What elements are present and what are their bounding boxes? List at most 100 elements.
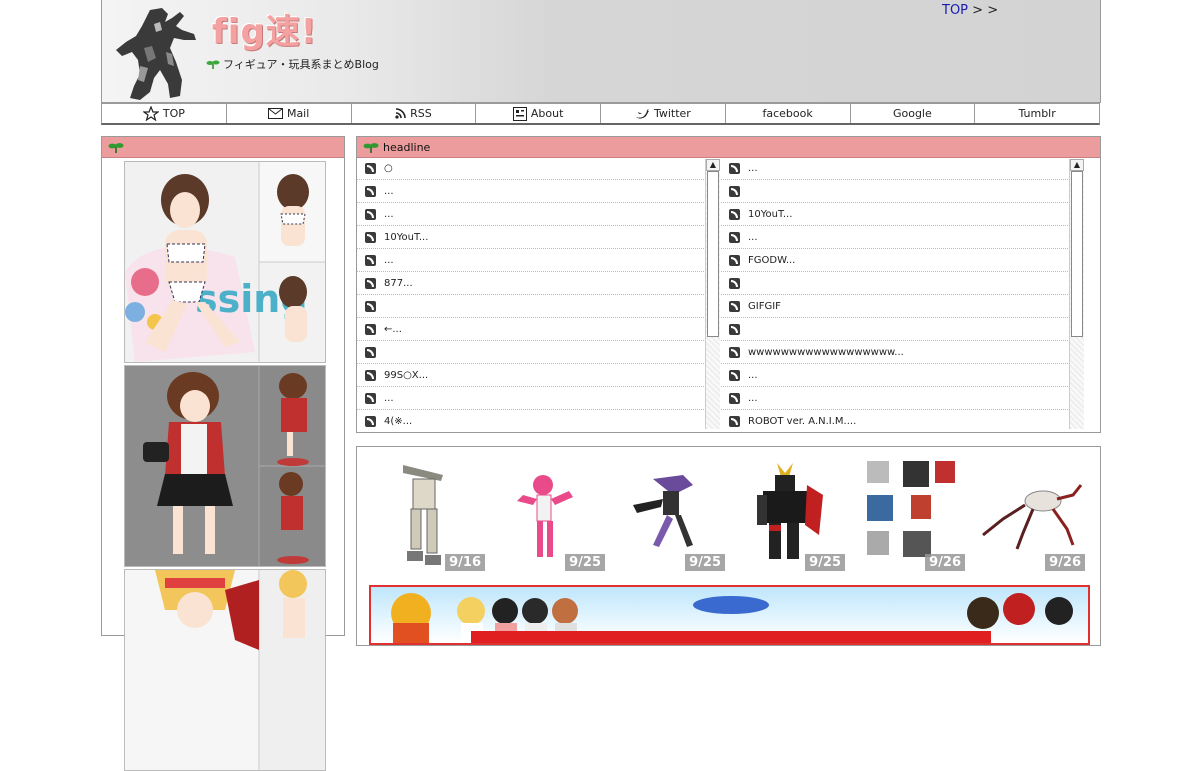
headline-item[interactable]: ○ bbox=[357, 158, 714, 180]
breadcrumb-top-link[interactable]: TOP bbox=[942, 3, 968, 18]
headline-item[interactable]: 10YouT... bbox=[721, 204, 1078, 226]
anime-shop-banner[interactable] bbox=[369, 585, 1090, 645]
headline-item[interactable]: FGODW... bbox=[721, 250, 1078, 272]
headline-item[interactable]: ... bbox=[357, 388, 714, 410]
headline-title: ○ bbox=[384, 163, 393, 174]
scrollbar-left[interactable]: ▲ bbox=[705, 159, 720, 429]
headline-item[interactable]: ... bbox=[357, 181, 714, 203]
breadcrumb-separator: > bbox=[972, 3, 984, 18]
scrollbar-right[interactable]: ▲ bbox=[1069, 159, 1084, 429]
rss-feed-icon bbox=[365, 232, 376, 243]
headline-item[interactable]: ... bbox=[721, 227, 1078, 249]
product-item[interactable]: 9/25 bbox=[613, 455, 725, 571]
headline-title: ... bbox=[748, 232, 758, 243]
rss-feed-icon bbox=[729, 393, 740, 404]
headline-title: ... bbox=[384, 393, 394, 404]
rss-feed-icon bbox=[729, 416, 740, 427]
rss-feed-icon bbox=[365, 163, 376, 174]
headline-item[interactable] bbox=[357, 342, 714, 364]
nav-label: Tumblr bbox=[1018, 107, 1056, 120]
headline-item[interactable]: ROBOT ver. A.N.I.M.... bbox=[721, 411, 1078, 431]
headline-item[interactable]: ... bbox=[721, 158, 1078, 180]
headline-item[interactable]: 10YouT... bbox=[357, 227, 714, 249]
nav-item-mail[interactable]: Mail bbox=[227, 104, 352, 123]
release-date: 9/16 bbox=[445, 554, 485, 571]
headline-item[interactable]: ... bbox=[721, 365, 1078, 387]
rss-feed-icon bbox=[365, 186, 376, 197]
headline-list-left: ○...... 10YouT...... 877... ←... 99S○X......… bbox=[357, 158, 714, 431]
sprout-icon bbox=[206, 60, 220, 69]
headline-title: GIFGIF bbox=[748, 301, 781, 312]
rss-feed-icon bbox=[365, 301, 376, 312]
panel-title: headline bbox=[383, 140, 431, 154]
headline-list-right: ... 10YouT...... FGODW... GIFGIF wwwwwwwwwww… bbox=[721, 158, 1078, 431]
site-title[interactable]: fig速! bbox=[212, 4, 317, 53]
scroll-thumb[interactable] bbox=[707, 171, 719, 337]
site-header: fig速! フィギュア・玩具系まとめBlog TOP > > bbox=[101, 0, 1101, 103]
rss-feed-icon bbox=[729, 278, 740, 289]
rss-feed-icon bbox=[365, 347, 376, 358]
nav-label: RSS bbox=[410, 107, 432, 120]
figure-image-link[interactable] bbox=[124, 569, 326, 771]
headline-item[interactable]: 877... bbox=[357, 273, 714, 295]
headline-title: ... bbox=[748, 370, 758, 381]
headline-title: ... bbox=[384, 255, 394, 266]
product-item[interactable]: 9/26 bbox=[973, 455, 1085, 571]
nav-item-tumblr[interactable]: Tumblr bbox=[975, 104, 1099, 123]
headline-item[interactable]: ... bbox=[721, 388, 1078, 410]
headline-item[interactable]: 4(※... bbox=[357, 411, 714, 431]
headline-panel: headline ○...... 10YouT...... 877... ←... 99… bbox=[356, 136, 1101, 433]
release-date: 9/25 bbox=[805, 554, 845, 571]
headline-item[interactable]: GIFGIF bbox=[721, 296, 1078, 318]
headline-item[interactable]: wwwwwwwwwwwwwwwwww... bbox=[721, 342, 1078, 364]
panel-header: headline bbox=[357, 137, 1100, 158]
site-tagline: フィギュア・玩具系まとめBlog bbox=[206, 56, 379, 72]
headline-title: ←... bbox=[384, 324, 402, 335]
nav-label: About bbox=[530, 107, 564, 120]
scroll-thumb[interactable] bbox=[1071, 171, 1083, 337]
nav-label: Google bbox=[892, 107, 932, 120]
scroll-up-arrow-icon[interactable]: ▲ bbox=[1070, 159, 1084, 171]
nav-item-rss[interactable]: RSS bbox=[352, 104, 477, 123]
headline-title: wwwwwwwwwwwwwwwwww... bbox=[748, 347, 904, 358]
swimsuit-figure-image: ssing bbox=[125, 162, 325, 362]
headline-item[interactable]: ... bbox=[357, 204, 714, 226]
product-item[interactable]: 9/25 bbox=[733, 455, 845, 571]
headline-item[interactable] bbox=[721, 181, 1078, 203]
rss-feed-icon bbox=[365, 370, 376, 381]
release-date: 9/26 bbox=[1045, 554, 1085, 571]
headline-title: 877... bbox=[384, 278, 413, 289]
headline-title: 10YouT... bbox=[748, 209, 793, 220]
headline-title: 99S○X... bbox=[384, 370, 429, 381]
nav-item-facebook[interactable]: facebook bbox=[726, 104, 851, 123]
headline-title: 4(※... bbox=[384, 416, 413, 427]
nav-label: Twitter bbox=[653, 107, 691, 120]
headline-item[interactable] bbox=[721, 273, 1078, 295]
robot-silhouette-logo[interactable] bbox=[110, 4, 200, 102]
rss-feed-icon bbox=[729, 232, 740, 243]
rss-feed-icon bbox=[365, 324, 376, 335]
rss-feed-icon bbox=[729, 186, 740, 197]
nav-item-about[interactable]: About bbox=[476, 104, 601, 123]
figure-image-link[interactable] bbox=[124, 365, 326, 567]
headline-item[interactable]: ... bbox=[357, 250, 714, 272]
figure-image-link[interactable]: ssing bbox=[124, 161, 326, 363]
rss-feed-icon bbox=[365, 416, 376, 427]
release-date: 9/25 bbox=[565, 554, 605, 571]
product-item[interactable]: 9/25 bbox=[493, 455, 605, 571]
headline-item[interactable]: ←... bbox=[357, 319, 714, 341]
headline-item[interactable] bbox=[357, 296, 714, 318]
nav-item-top[interactable]: TOP bbox=[102, 104, 227, 123]
nav-item-twitter[interactable]: Twitter bbox=[601, 104, 726, 123]
headline-item[interactable] bbox=[721, 319, 1078, 341]
product-item[interactable]: 9/16 bbox=[373, 455, 485, 571]
nav-item-google[interactable]: Google bbox=[851, 104, 976, 123]
anime-characters-banner-image bbox=[391, 593, 1073, 643]
rss-feed-icon bbox=[365, 393, 376, 404]
headline-title: 10YouT... bbox=[384, 232, 429, 243]
scroll-up-arrow-icon[interactable]: ▲ bbox=[706, 159, 720, 171]
product-item[interactable]: 9/26 bbox=[853, 455, 965, 571]
headline-item[interactable]: 99S○X... bbox=[357, 365, 714, 387]
headline-title: FGODW... bbox=[748, 255, 796, 266]
release-date: 9/26 bbox=[925, 554, 965, 571]
